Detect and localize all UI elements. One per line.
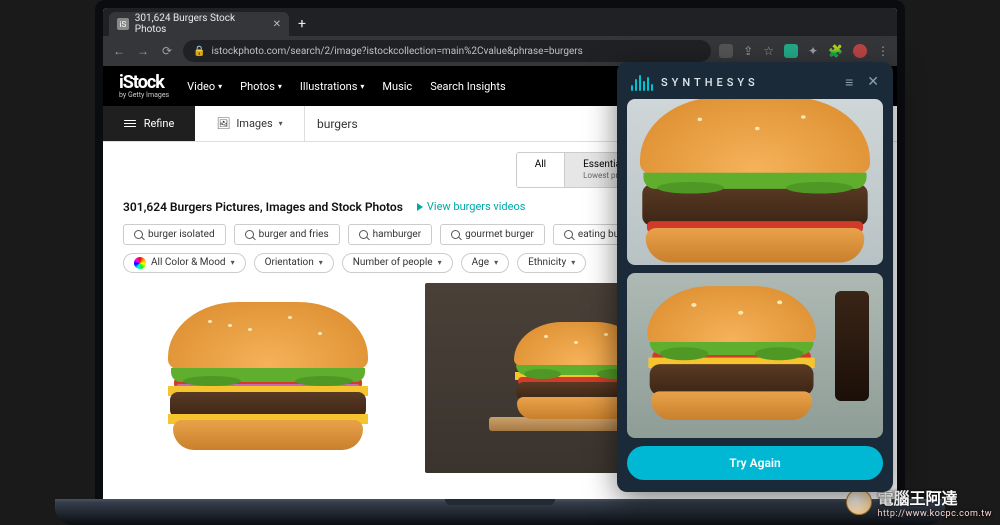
extension-icons: ⇪ ☆ ✦ 🧩 ⋮	[719, 44, 889, 58]
laptop-frame: iS 301,624 Burgers Stock Photos ✕ + ← → …	[95, 0, 905, 525]
extension-icon[interactable]	[784, 44, 798, 58]
profile-icon[interactable]	[853, 44, 867, 58]
nav-music[interactable]: Music	[382, 80, 412, 93]
puzzle-icon[interactable]: 🧩	[828, 44, 843, 58]
nav-search-insights[interactable]: Search Insights	[430, 80, 505, 93]
istock-logo[interactable]: iStock by Getty Images	[119, 74, 169, 99]
lock-icon: 🔒	[193, 46, 205, 57]
search-icon	[134, 230, 143, 239]
burger-image	[168, 306, 368, 450]
generated-image-2[interactable]	[627, 273, 883, 439]
chip-gourmet-burger[interactable]: gourmet burger	[440, 224, 545, 245]
url-text: istockphoto.com/search/2/image?istockcol…	[211, 46, 582, 57]
color-wheel-icon	[134, 257, 146, 269]
new-tab-button[interactable]: +	[291, 12, 313, 36]
chevron-down-icon: ▾	[279, 119, 283, 128]
chevron-down-icon: ▾	[319, 258, 323, 267]
search-icon	[245, 230, 254, 239]
try-again-button[interactable]: Try Again	[627, 446, 883, 480]
filter-color-mood[interactable]: All Color & Mood▾	[123, 253, 246, 273]
hamburger-icon[interactable]: ≡	[845, 74, 853, 91]
nav-photos[interactable]: Photos▾	[240, 80, 282, 93]
synthesys-logo: SYNTHESYS	[631, 75, 759, 91]
tab-all[interactable]: All	[517, 153, 565, 187]
kebab-menu-icon[interactable]: ⋮	[877, 44, 889, 58]
refine-button[interactable]: Refine	[103, 106, 195, 141]
view-videos-link[interactable]: View burgers videos	[417, 200, 526, 213]
favicon: iS	[117, 18, 129, 30]
filter-age[interactable]: Age▾	[461, 253, 509, 273]
forward-button[interactable]: →	[135, 44, 151, 58]
filter-number-people[interactable]: Number of people▾	[342, 253, 453, 273]
close-tab-icon[interactable]: ✕	[273, 19, 281, 30]
search-icon	[359, 230, 368, 239]
chevron-down-icon: ▾	[438, 258, 442, 267]
share-icon[interactable]: ⇪	[743, 44, 753, 58]
media-type-select[interactable]: 🖼 Images ▾	[195, 106, 305, 141]
browser-tab[interactable]: iS 301,624 Burgers Stock Photos ✕	[109, 12, 289, 36]
chip-burger-isolated[interactable]: burger isolated	[123, 224, 226, 245]
waveform-icon	[631, 75, 653, 91]
tab-title: 301,624 Burgers Stock Photos	[135, 13, 267, 35]
search-icon	[564, 230, 573, 239]
search-icon	[451, 230, 460, 239]
result-tile[interactable]	[123, 283, 413, 473]
drink-glass	[835, 291, 869, 401]
chip-hamburger[interactable]: hamburger	[348, 224, 432, 245]
star-icon[interactable]: ☆	[763, 44, 774, 58]
filter-ethnicity[interactable]: Ethnicity▾	[517, 253, 586, 273]
chevron-down-icon: ▾	[571, 258, 575, 267]
watermark-icon	[846, 489, 872, 515]
back-button[interactable]: ←	[111, 44, 127, 58]
image-icon: 🖼	[216, 117, 230, 130]
play-icon	[417, 203, 423, 211]
browser-screen: iS 301,624 Burgers Stock Photos ✕ + ← → …	[103, 8, 897, 525]
extensions-menu-icon[interactable]: ✦	[808, 44, 818, 58]
extension-icon[interactable]	[719, 44, 733, 58]
generated-image-1[interactable]	[627, 99, 883, 265]
filter-icon	[124, 119, 136, 129]
browser-tab-strip: iS 301,624 Burgers Stock Photos ✕ +	[103, 8, 897, 36]
laptop-base	[55, 499, 945, 525]
nav-video[interactable]: Video▾	[187, 80, 222, 93]
address-bar[interactable]: 🔒 istockphoto.com/search/2/image?istockc…	[183, 40, 711, 62]
reload-button[interactable]: ⟳	[159, 44, 175, 58]
close-icon[interactable]: ✕	[867, 74, 879, 91]
nav-illustrations[interactable]: Illustrations▾	[300, 80, 365, 93]
chevron-down-icon: ▾	[231, 258, 235, 267]
synthesys-extension-panel: SYNTHESYS ≡ ✕	[617, 62, 893, 492]
filter-orientation[interactable]: Orientation▾	[254, 253, 334, 273]
chip-burger-and-fries[interactable]: burger and fries	[234, 224, 340, 245]
results-heading: 301,624 Burgers Pictures, Images and Sto…	[123, 200, 403, 214]
chevron-down-icon: ▾	[494, 258, 498, 267]
